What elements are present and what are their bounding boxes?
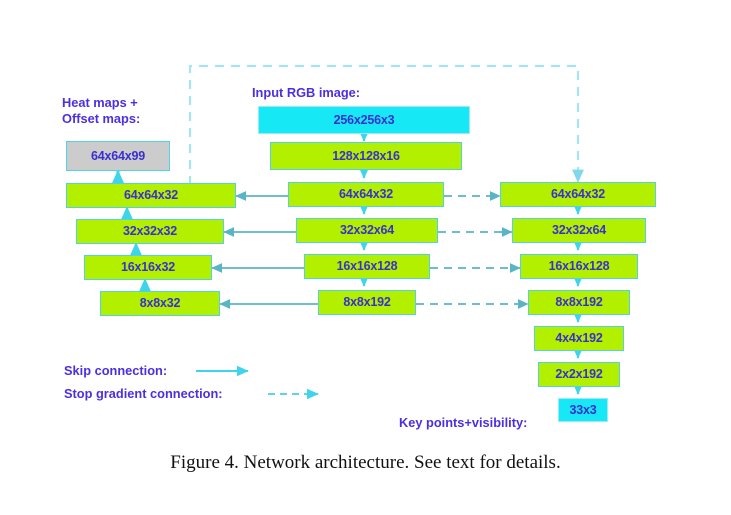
figure-caption: Figure 4. Network architecture. See text…	[170, 452, 561, 473]
node-center-16: 16x16x128	[304, 254, 430, 279]
node-center-input: 256x256x3	[258, 106, 470, 134]
node-left-32: 32x32x32	[76, 219, 224, 244]
node-left-64: 64x64x32	[66, 183, 236, 208]
node-center-64: 64x64x32	[288, 182, 444, 207]
node-center-8: 8x8x192	[318, 290, 416, 315]
node-heat-offset-map: 64x64x99	[66, 141, 170, 171]
heat-offset-maps-label: Heat maps + Offset maps:	[62, 95, 141, 126]
stop-gradient-connections	[416, 191, 529, 309]
skip-connections	[211, 191, 318, 309]
node-right-16: 16x16x128	[520, 254, 638, 279]
figure-network-architecture: Heat maps + Offset maps: Input RGB image…	[0, 0, 731, 515]
input-image-label: Input RGB image:	[252, 85, 361, 100]
node-right-4: 4x4x192	[534, 326, 624, 351]
node-left-8: 8x8x32	[100, 291, 220, 316]
key-points-label: Key points+visibility:	[399, 415, 528, 430]
node-right-2: 2x2x192	[538, 362, 620, 387]
legend-stop-gradient-label: Stop gradient connection:	[64, 386, 223, 401]
node-right-8: 8x8x192	[528, 290, 630, 315]
node-right-output: 33x3	[558, 398, 608, 422]
legend-skip-label: Skip connection:	[64, 363, 168, 378]
node-right-32: 32x32x64	[512, 218, 646, 243]
node-center-128: 128x128x16	[270, 142, 462, 170]
node-left-16: 16x16x32	[84, 255, 212, 280]
node-right-64: 64x64x32	[500, 182, 656, 207]
node-center-32: 32x32x64	[296, 218, 438, 243]
